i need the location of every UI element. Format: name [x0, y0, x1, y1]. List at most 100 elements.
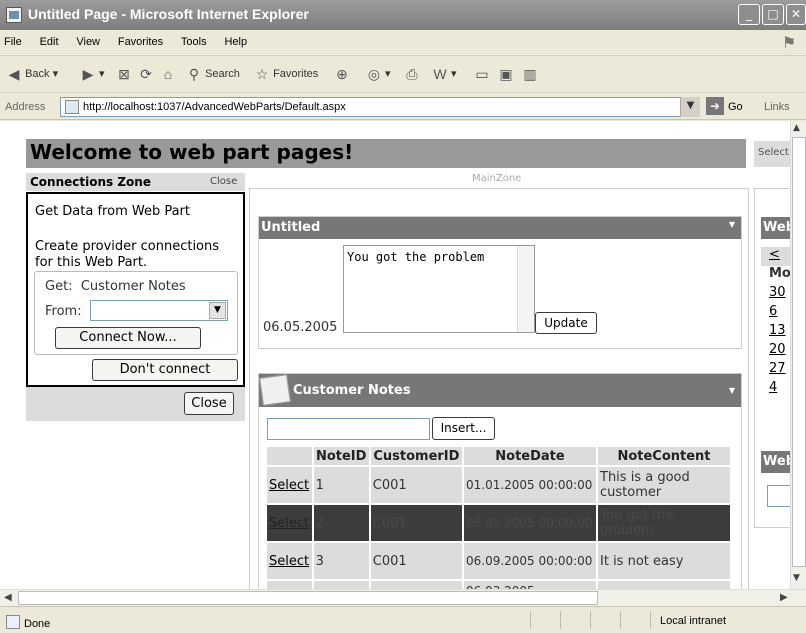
customer-id: C001	[369, 504, 464, 543]
status-separator	[560, 611, 561, 629]
provider-select[interactable]: ▼	[90, 300, 228, 321]
part-menu-icon[interactable]: ▼	[729, 386, 735, 395]
status-text: Done	[6, 615, 50, 630]
forward-arrow-icon: ▶	[82, 66, 94, 82]
textarea-scrollbar[interactable]	[517, 246, 534, 332]
dont-connect-button[interactable]: Don't connect	[92, 359, 238, 381]
address-input[interactable]: http://localhost:1037/AdvancedWebParts/D…	[60, 97, 700, 117]
menu-file[interactable]: File	[0, 30, 29, 54]
links-button[interactable]: Links	[764, 101, 790, 113]
update-button[interactable]: Update	[535, 312, 597, 334]
welcome-banner: Welcome to web part pages!	[26, 139, 746, 168]
scroll-left-icon[interactable]: ◀	[4, 592, 12, 603]
calendar-web-part: Web < Mo 30 6 13 20 27 4	[761, 217, 790, 425]
address-label: Address	[5, 101, 46, 113]
toolbar: ◀ Back ▾ ▶ ▾ ⊠ ⟳ ⌂ ⚲ Search ☆ Favorites …	[0, 57, 806, 93]
calendar-date-link[interactable]: 13	[769, 323, 786, 338]
status-separator	[590, 611, 591, 629]
research-icon: ▣	[499, 66, 513, 82]
select-link[interactable]: Select	[269, 478, 309, 493]
customer-id: C001	[369, 542, 464, 581]
media-button[interactable]: ⊕	[334, 66, 350, 82]
scroll-up-icon[interactable]: ▲	[793, 123, 800, 133]
vertical-scroll-thumb[interactable]	[792, 137, 806, 567]
note-id: 1	[312, 466, 371, 505]
select-mode-dropdown[interactable]: Select	[754, 141, 790, 167]
horizontal-scrollbar[interactable]: ◀ ▶	[0, 589, 806, 606]
vertical-scrollbar[interactable]: ▲ ▼	[790, 121, 806, 589]
calendar-prev-link[interactable]: <	[769, 247, 780, 262]
home-icon: ⌂	[163, 66, 173, 82]
get-value: Customer Notes	[80, 279, 186, 294]
note-textarea[interactable]: You got the problem	[343, 245, 535, 333]
connect-now-button[interactable]: Connect Now...	[55, 327, 201, 349]
connections-zone-title: Connections Zone	[30, 175, 151, 189]
discuss-icon: ▭	[475, 66, 489, 82]
research-button[interactable]: ▣	[498, 66, 514, 82]
go-arrow-icon[interactable]: ➜	[706, 97, 724, 115]
connections-zone-close-link[interactable]: Close	[210, 176, 237, 187]
calendar-date-link[interactable]: 20	[769, 342, 786, 357]
calendar-date-link[interactable]: 4	[769, 380, 777, 395]
select-link[interactable]: Select	[269, 516, 309, 531]
maximize-button[interactable]: □	[762, 4, 784, 25]
home-button[interactable]: ⌂	[160, 66, 176, 82]
go-button[interactable]: Go	[728, 101, 743, 113]
insert-input[interactable]	[267, 418, 430, 440]
print-button[interactable]: ⎙	[404, 66, 420, 82]
close-button[interactable]: Close	[184, 392, 234, 415]
customer-id	[369, 580, 464, 589]
table-header: NoteID CustomerID NoteDate NoteContent	[267, 447, 732, 467]
calendar-date-link[interactable]: 27	[769, 361, 786, 376]
minimize-button[interactable]: _	[738, 4, 760, 25]
back-button[interactable]: ◀ Back ▾	[6, 66, 59, 82]
table-row: Select 3 C001 06.09.2005 00:00:00 It is …	[267, 542, 732, 581]
connections-zone-header: Connections Zone Close	[26, 173, 245, 191]
note-content	[597, 580, 732, 589]
customer-notes-web-part: Customer Notes ▼ Insert... NoteID Custom…	[258, 373, 742, 589]
refresh-button[interactable]: ⟳	[138, 66, 154, 82]
connections-zone-footer: Close	[26, 387, 245, 421]
forward-button[interactable]: ▶ ▾	[80, 66, 105, 82]
calendar-date-link[interactable]: 6	[769, 304, 777, 319]
word-icon: W	[433, 66, 447, 82]
note-date: 06.05.2005	[263, 320, 338, 335]
menu-edit[interactable]: Edit	[33, 30, 66, 54]
part-menu-icon[interactable]: ▼	[729, 220, 735, 229]
close-window-button[interactable]: ✕	[786, 4, 806, 25]
menu-view[interactable]: View	[69, 30, 107, 54]
security-zone: Local intranet	[660, 615, 727, 627]
right-web-part-input[interactable]	[767, 485, 790, 507]
horizontal-scroll-thumb[interactable]	[18, 591, 598, 605]
title-bar[interactable]: Untitled Page - Microsoft Internet Explo…	[0, 0, 806, 30]
select-link[interactable]: Select	[269, 554, 309, 569]
status-separator	[620, 611, 621, 629]
menu-bar: File Edit View Favorites Tools Help ⚑	[0, 30, 806, 56]
scroll-down-icon[interactable]: ▼	[793, 573, 800, 583]
note-date-cell: 06.09.2005 00:00:00	[462, 542, 599, 581]
menu-favorites[interactable]: Favorites	[111, 30, 170, 54]
address-dropdown-icon[interactable]: ▼	[680, 97, 700, 117]
menu-tools[interactable]: Tools	[174, 30, 214, 54]
window-title: Untitled Page - Microsoft Internet Explo…	[28, 6, 309, 22]
insert-button[interactable]: Insert...	[432, 417, 495, 440]
calendar-date-link[interactable]: 30	[769, 285, 786, 300]
edit-button[interactable]: W ▾	[432, 66, 456, 82]
refresh-icon: ⟳	[140, 66, 152, 82]
stop-button[interactable]: ⊠	[116, 66, 132, 82]
scroll-right-icon[interactable]: ▶	[780, 592, 788, 603]
address-bar: Address http://localhost:1037/AdvancedWe…	[0, 94, 806, 120]
column-header: CustomerID	[369, 447, 464, 467]
table-row: Select 1 C001 01.01.2005 00:00:00 This i…	[267, 466, 732, 505]
messenger-button[interactable]: ▥	[522, 66, 538, 82]
discuss-button[interactable]: ▭	[474, 66, 490, 82]
menu-help[interactable]: Help	[217, 30, 254, 54]
note-id	[312, 580, 371, 589]
page-title: Welcome to web part pages!	[30, 140, 354, 164]
messenger-icon: ▥	[523, 66, 537, 82]
favorites-button[interactable]: ☆ Favorites	[254, 66, 319, 82]
history-button[interactable]: ◎ ▾	[366, 66, 391, 82]
untitled-part-title: Untitled	[261, 220, 321, 235]
search-button[interactable]: ⚲ Search	[186, 66, 240, 82]
note-date-cell: 01.01.2005 00:00:00	[462, 466, 599, 505]
